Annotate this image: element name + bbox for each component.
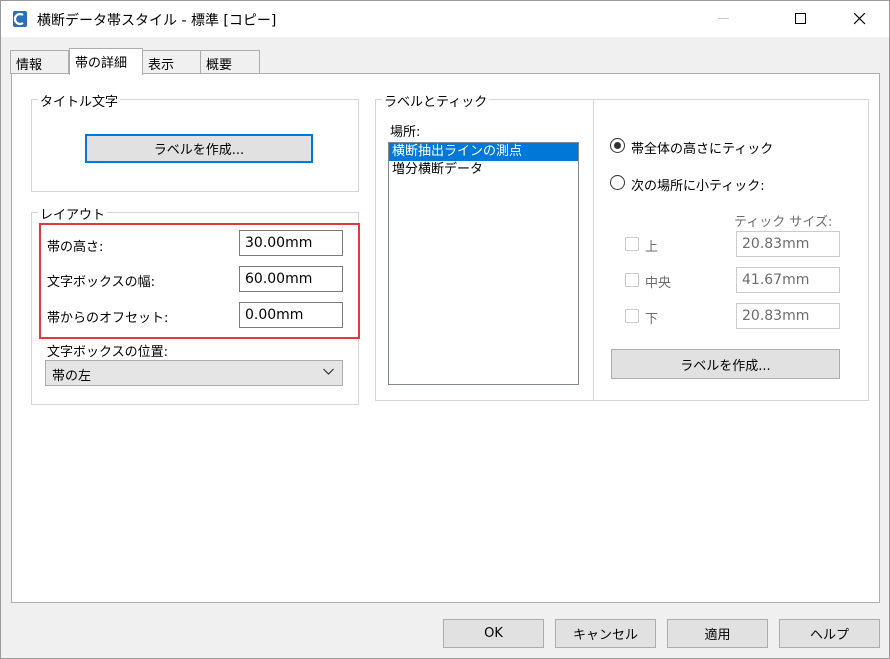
- textbox-position-select[interactable]: 帯の左: [45, 360, 343, 386]
- tab-summary[interactable]: 概要: [200, 50, 260, 74]
- layout-legend: レイアウト: [38, 204, 108, 223]
- tick-bottom-checkbox[interactable]: [625, 309, 639, 323]
- tab-band-details[interactable]: 帯の詳細: [69, 48, 143, 75]
- create-tick-label-button[interactable]: ラベルを作成...: [611, 349, 840, 379]
- tick-minor-label: 次の場所に小ティック:: [631, 179, 765, 194]
- window-title: 横断データ帯スタイル - 標準 [コピー]: [37, 13, 277, 29]
- list-item[interactable]: 増分横断データ: [389, 161, 578, 179]
- radio-selected-dot: [614, 142, 621, 149]
- textbox-position-label: 文字ボックスの位置:: [47, 345, 168, 360]
- tick-minor-radio[interactable]: [610, 175, 625, 190]
- title-text-group: タイトル文字 ラベルを作成...: [31, 91, 359, 192]
- tab-display-label: 表示: [148, 58, 175, 73]
- location-listbox[interactable]: 横断抽出ラインの測点 増分横断データ: [388, 142, 579, 385]
- maximize-button[interactable]: [778, 1, 824, 37]
- labels-ticks-legend: ラベルとティック: [382, 91, 490, 110]
- band-details-panel: タイトル文字 ラベルを作成... レイアウト 帯の高さ: 30.00mm 文字ボ…: [11, 73, 880, 603]
- close-button[interactable]: [837, 1, 883, 37]
- tick-top-label: 上: [645, 240, 659, 255]
- tick-middle-checkbox[interactable]: [625, 273, 639, 287]
- tick-bottom-size-input[interactable]: 20.83mm: [736, 303, 840, 329]
- tab-info-label: 情報: [16, 58, 43, 73]
- tick-middle-size-input[interactable]: 41.67mm: [736, 267, 840, 293]
- ok-button[interactable]: OK: [443, 619, 544, 648]
- help-button[interactable]: ヘルプ: [779, 619, 880, 648]
- minimize-button[interactable]: [701, 1, 747, 37]
- close-icon: [854, 13, 866, 25]
- tab-summary-label: 概要: [206, 58, 233, 73]
- tick-size-header: ティック サイズ:: [734, 215, 833, 230]
- minimize-icon: [718, 18, 729, 19]
- highlight-box: [39, 223, 360, 339]
- tab-display[interactable]: 表示: [142, 50, 201, 74]
- title-bar: 横断データ帯スタイル - 標準 [コピー]: [1, 1, 889, 37]
- dialog-window: 横断データ帯スタイル - 標準 [コピー] 情報 帯の詳細 表示 概要 タイトル…: [0, 0, 890, 659]
- maximize-icon: [795, 13, 806, 24]
- create-title-label-button[interactable]: ラベルを作成...: [85, 134, 313, 163]
- tick-top-checkbox[interactable]: [625, 237, 639, 251]
- tab-info[interactable]: 情報: [10, 50, 69, 74]
- group-divider: [593, 100, 594, 400]
- tick-top-size-input[interactable]: 20.83mm: [736, 231, 840, 257]
- cancel-button[interactable]: キャンセル: [555, 619, 656, 648]
- chevron-down-icon: [323, 368, 334, 375]
- tick-middle-label: 中央: [645, 276, 672, 291]
- tick-bottom-label: 下: [645, 312, 659, 327]
- civil3d-app-icon: [11, 10, 29, 28]
- location-label: 場所:: [390, 125, 421, 140]
- title-text-legend: タイトル文字: [38, 91, 121, 110]
- tick-full-height-label: 帯全体の高さにティック: [631, 142, 774, 157]
- list-item[interactable]: 横断抽出ラインの測点: [389, 143, 578, 161]
- textbox-position-value: 帯の左: [52, 369, 92, 384]
- apply-button[interactable]: 適用: [667, 619, 768, 648]
- tick-full-height-radio[interactable]: [610, 138, 625, 153]
- tab-band-details-label: 帯の詳細: [75, 56, 128, 71]
